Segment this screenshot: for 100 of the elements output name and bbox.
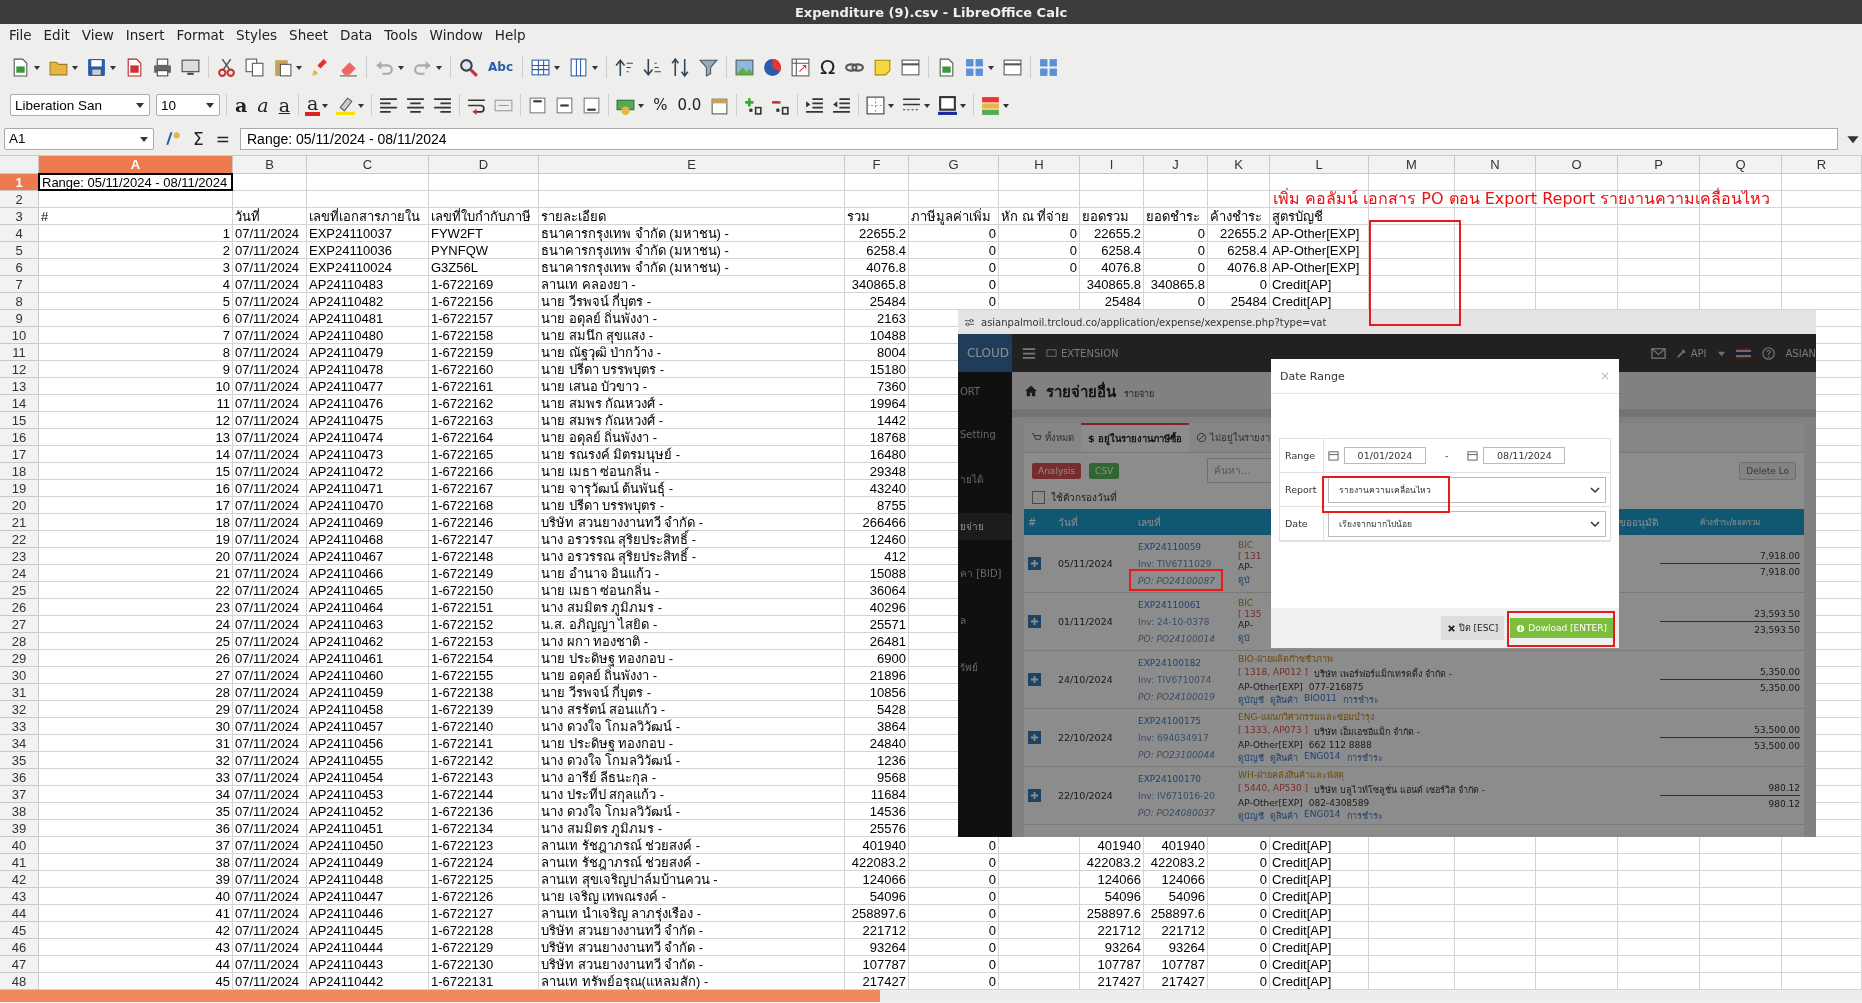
column-header[interactable]: N — [1455, 156, 1536, 174]
chevron-icon[interactable] — [1590, 518, 1600, 529]
row-header[interactable]: 29 — [0, 650, 39, 667]
row-header[interactable]: 28 — [0, 633, 39, 650]
row-header[interactable]: 34 — [0, 735, 39, 752]
close-button[interactable]: ปิด [ESC] — [1440, 616, 1505, 640]
scissors-icon[interactable] — [216, 56, 237, 78]
date-field[interactable]: 01/01/2024 — [1344, 447, 1426, 464]
number-format-button[interactable]: 0.0 — [675, 96, 704, 114]
menu-item[interactable]: Tools — [379, 26, 423, 44]
select-field[interactable]: เรียงจากมากไปน้อย — [1328, 510, 1606, 537]
row-header[interactable]: 37 — [0, 786, 39, 803]
bold-button[interactable]: a — [233, 94, 250, 116]
pie-icon[interactable] — [762, 56, 783, 78]
formula-button[interactable]: = — [213, 128, 232, 149]
scrollbar-thumb[interactable] — [0, 990, 880, 1002]
row-header[interactable]: 3 — [0, 208, 39, 225]
row-header[interactable]: 17 — [0, 446, 39, 463]
italic-button[interactable]: a — [255, 94, 271, 116]
checkbox[interactable] — [1032, 491, 1045, 504]
site-settings-icon[interactable] — [964, 316, 975, 328]
row-header[interactable]: 14 — [0, 395, 39, 412]
font-name-field[interactable]: Liberation San — [10, 94, 150, 116]
percent-button[interactable]: % — [651, 96, 670, 114]
column-header[interactable]: R — [1782, 156, 1862, 174]
column-header[interactable]: I — [1080, 156, 1144, 174]
row-header[interactable]: 20 — [0, 497, 39, 514]
row-header[interactable]: 6 — [0, 259, 39, 276]
row-header[interactable]: 26 — [0, 599, 39, 616]
sum-button[interactable]: Σ — [191, 128, 206, 149]
sidebar-item[interactable]: ยจ่าย — [958, 513, 1012, 540]
row-header[interactable]: 32 — [0, 701, 39, 718]
column-header[interactable]: F — [845, 156, 909, 174]
sort-up-icon[interactable] — [614, 56, 635, 78]
row-header[interactable]: 45 — [0, 922, 39, 939]
column-header[interactable]: B — [233, 156, 307, 174]
name-box[interactable]: A1 — [4, 127, 154, 150]
row-header[interactable]: 10 — [0, 327, 39, 344]
row-header[interactable]: 9 — [0, 310, 39, 327]
row-header[interactable]: 47 — [0, 956, 39, 973]
spellcheck-icon[interactable]: Abc — [486, 60, 515, 74]
menu-item[interactable]: Help — [489, 26, 531, 44]
row-header[interactable]: 15 — [0, 412, 39, 429]
column-header[interactable]: K — [1208, 156, 1270, 174]
conditional-icon[interactable] — [980, 94, 1002, 116]
column-header[interactable]: D — [429, 156, 539, 174]
expand-button[interactable] — [1028, 557, 1041, 570]
column-header[interactable]: G — [909, 156, 999, 174]
row-header[interactable]: 39 — [0, 820, 39, 837]
user-name[interactable]: ASIAN — [1785, 347, 1816, 359]
border-color-icon[interactable] — [937, 94, 959, 116]
column-header[interactable]: J — [1144, 156, 1208, 174]
row-header[interactable]: 8 — [0, 293, 39, 310]
copy-icon[interactable] — [244, 56, 265, 78]
column-header[interactable]: L — [1270, 156, 1369, 174]
font-size-field[interactable]: 10 — [156, 94, 220, 116]
row-header[interactable]: 4 — [0, 225, 39, 242]
row-header[interactable]: 48 — [0, 973, 39, 990]
tab[interactable]: ทั้งหมด — [1024, 423, 1081, 452]
sort-icon[interactable] — [670, 56, 691, 78]
column-header[interactable]: Q — [1700, 156, 1782, 174]
api-link[interactable]: API — [1675, 347, 1707, 359]
pivot-icon[interactable] — [790, 56, 811, 78]
row-header[interactable]: 22 — [0, 531, 39, 548]
row-header[interactable]: 31 — [0, 684, 39, 701]
row-header[interactable]: 33 — [0, 718, 39, 735]
caret-icon[interactable] — [205, 100, 215, 110]
select-field[interactable]: รายงานความเคลื่อนไหว — [1328, 476, 1606, 503]
column-header[interactable]: E — [539, 156, 845, 174]
row-header[interactable]: 16 — [0, 429, 39, 446]
row-header[interactable]: 19 — [0, 480, 39, 497]
row-header[interactable]: 5 — [0, 242, 39, 259]
row-header[interactable]: 27 — [0, 616, 39, 633]
menu-item[interactable]: Styles — [231, 26, 283, 44]
menu-item[interactable]: Sheet — [284, 26, 334, 44]
highlight-icon[interactable] — [335, 94, 357, 116]
column-header[interactable]: P — [1618, 156, 1700, 174]
row-header[interactable]: 43 — [0, 888, 39, 905]
columns-icon[interactable] — [568, 56, 589, 78]
row-header[interactable]: 38 — [0, 803, 39, 820]
formula-input[interactable]: Range: 05/11/2024 - 08/11/2024 — [240, 127, 1838, 150]
home-icon[interactable] — [1024, 385, 1038, 397]
row-header[interactable]: 40 — [0, 837, 39, 854]
menu-item[interactable]: Edit — [38, 26, 75, 44]
calendar-icon[interactable] — [1467, 450, 1479, 461]
grid-icon[interactable] — [1038, 56, 1060, 78]
extension-link[interactable]: EXTENSION — [1046, 347, 1119, 359]
expand-button[interactable] — [1028, 673, 1041, 686]
menu-icon[interactable] — [1022, 346, 1036, 360]
underline-button[interactable]: a — [276, 94, 292, 116]
menu-item[interactable]: View — [76, 26, 119, 44]
expand-button[interactable] — [1028, 615, 1041, 628]
menu-item[interactable]: Format — [171, 26, 230, 44]
flag-icon[interactable] — [1735, 346, 1751, 360]
font-color-button[interactable]: a — [304, 94, 321, 116]
menu-item[interactable]: Window — [424, 26, 488, 44]
row-header[interactable]: 41 — [0, 854, 39, 871]
row-header[interactable]: 23 — [0, 548, 39, 565]
url-text[interactable]: asianpalmoil.trcloud.co/application/expense/xexpense.php?type=vat — [981, 316, 1327, 328]
printer-icon[interactable] — [152, 56, 173, 78]
